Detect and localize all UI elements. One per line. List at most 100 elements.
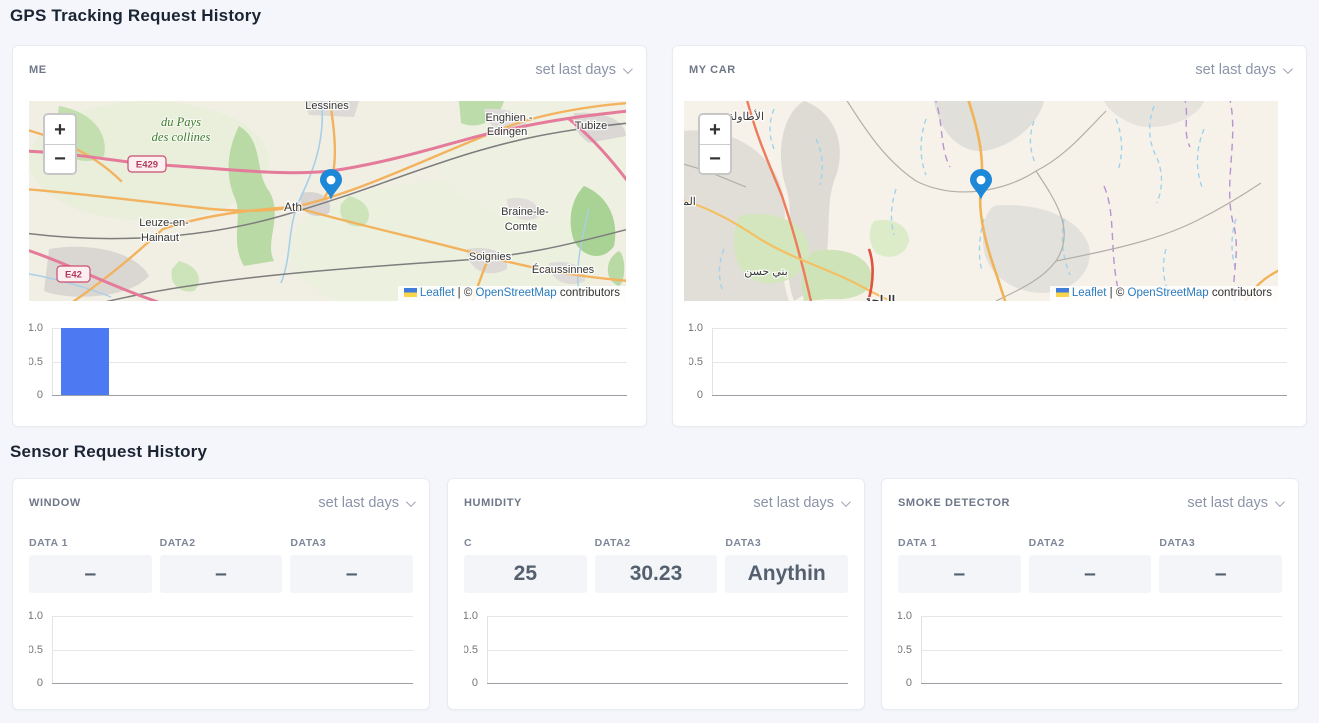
card-title-my-car: MY CAR bbox=[689, 64, 736, 76]
range-selector[interactable]: set last days bbox=[535, 62, 630, 78]
osm-link[interactable]: OpenStreetMap bbox=[476, 287, 557, 299]
map-label-tubize: Tubize bbox=[575, 120, 608, 132]
sensor-fields: DATA 1 – DATA2 – DATA3 – bbox=[898, 537, 1282, 593]
leaflet-link[interactable]: Leaflet bbox=[420, 287, 455, 299]
map-label-lessines: Lessines bbox=[305, 101, 349, 112]
field-label: DATA3 bbox=[290, 537, 413, 549]
range-selector-label: set last days bbox=[1195, 62, 1276, 78]
sensor-card-window: WINDOW set last days DATA 1 – DATA2 – DA… bbox=[12, 478, 430, 710]
map-label-leuze-2: Hainaut bbox=[141, 232, 179, 244]
card-header: ME set last days bbox=[29, 62, 630, 78]
field-data2: DATA2 – bbox=[160, 537, 283, 593]
field-data3: DATA3 – bbox=[1159, 537, 1282, 593]
gps-section-title: GPS Tracking Request History bbox=[10, 6, 261, 26]
request-bar bbox=[61, 328, 109, 395]
field-label: DATA3 bbox=[725, 537, 848, 549]
range-selector-label: set last days bbox=[1187, 495, 1268, 511]
my-car-request-chart: 1.0 0.5 0 bbox=[689, 316, 1289, 416]
map-label-enghien-1: Enghien - bbox=[485, 112, 532, 124]
map-label-enghien-2: Edingen bbox=[487, 126, 527, 138]
leaflet-link[interactable]: Leaflet bbox=[1072, 287, 1107, 299]
range-selector[interactable]: set last days bbox=[1195, 62, 1290, 78]
ytick-0: 0 bbox=[29, 677, 43, 689]
sensor-fields: DATA 1 – DATA2 – DATA3 – bbox=[29, 537, 413, 593]
leaflet-map-my-car[interactable]: الأطاولة المند بني حسن الباحة + − Leafle… bbox=[684, 101, 1278, 301]
field-value: – bbox=[898, 555, 1021, 593]
smoke-detector-history-chart: 1.0 0.5 0 bbox=[898, 606, 1284, 698]
map-label-soignies: Soignies bbox=[469, 251, 512, 263]
zoom-out-button[interactable]: − bbox=[45, 144, 75, 173]
ytick-05: 0.5 bbox=[689, 356, 703, 368]
field-value: Anythin bbox=[725, 555, 848, 593]
range-selector-label: set last days bbox=[535, 62, 616, 78]
attribution-contributors: contributors bbox=[1212, 287, 1272, 299]
map-label-atawlah: الأطاولة bbox=[728, 109, 764, 123]
zoom-in-button[interactable]: + bbox=[700, 115, 730, 144]
map-label-almand: المند bbox=[684, 196, 696, 208]
field-c: C 25 bbox=[464, 537, 587, 593]
range-selector[interactable]: set last days bbox=[753, 495, 848, 511]
copyright-symbol: © bbox=[1116, 287, 1124, 299]
ytick-1: 1.0 bbox=[689, 322, 703, 334]
field-value: – bbox=[290, 555, 413, 593]
road-badge-e42: E42 bbox=[57, 266, 90, 282]
field-label: C bbox=[464, 537, 587, 549]
field-label: DATA 1 bbox=[898, 537, 1021, 549]
map-zoom-control: + − bbox=[43, 113, 77, 175]
map-marker-icon[interactable] bbox=[970, 169, 992, 201]
map-attribution: Leaflet | © OpenStreetMap contributors bbox=[1050, 286, 1278, 301]
ytick-0: 0 bbox=[689, 389, 703, 401]
copyright-symbol: © bbox=[464, 287, 472, 299]
ytick-05: 0.5 bbox=[898, 644, 912, 656]
ytick-1: 1.0 bbox=[29, 610, 43, 622]
leaflet-map-me[interactable]: E429 E42 Lessines du Pays des collines E… bbox=[29, 101, 626, 301]
window-history-chart: 1.0 0.5 0 bbox=[29, 606, 415, 698]
osm-link[interactable]: OpenStreetMap bbox=[1128, 287, 1209, 299]
field-value: – bbox=[160, 555, 283, 593]
map-label-bani-hasan: بني حسن bbox=[744, 266, 788, 278]
ytick-0: 0 bbox=[464, 677, 478, 689]
ukraine-flag-icon bbox=[1056, 288, 1069, 297]
field-value: – bbox=[29, 555, 152, 593]
zoom-out-button[interactable]: − bbox=[700, 144, 730, 173]
ytick-1: 1.0 bbox=[464, 610, 478, 622]
map-label-albahah: الباحة bbox=[865, 293, 895, 301]
svg-text:E42: E42 bbox=[65, 270, 82, 281]
ytick-0: 0 bbox=[898, 677, 912, 689]
map-label-ecaussinnes: Écaussinnes bbox=[532, 263, 595, 276]
range-selector[interactable]: set last days bbox=[1187, 495, 1282, 511]
field-label: DATA3 bbox=[1159, 537, 1282, 549]
card-header: SMOKE DETECTOR set last days bbox=[898, 495, 1282, 511]
field-data1: DATA 1 – bbox=[29, 537, 152, 593]
range-selector[interactable]: set last days bbox=[318, 495, 413, 511]
field-label: DATA2 bbox=[160, 537, 283, 549]
svg-text:E429: E429 bbox=[136, 160, 158, 171]
chevron-down-icon bbox=[841, 497, 851, 507]
card-title-smoke-detector: SMOKE DETECTOR bbox=[898, 497, 1010, 509]
chevron-down-icon bbox=[1283, 64, 1293, 74]
chevron-down-icon bbox=[406, 497, 416, 507]
map-label-braine-2: Comte bbox=[505, 221, 537, 233]
field-data2: DATA2 – bbox=[1029, 537, 1152, 593]
sensor-section-title: Sensor Request History bbox=[10, 442, 207, 462]
field-value: 25 bbox=[464, 555, 587, 593]
ytick-1: 1.0 bbox=[29, 322, 43, 334]
zoom-in-button[interactable]: + bbox=[45, 115, 75, 144]
map-tiles: الأطاولة المند بني حسن الباحة bbox=[684, 101, 1278, 301]
map-tiles: E429 E42 Lessines du Pays des collines E… bbox=[29, 101, 626, 301]
card-title-window: WINDOW bbox=[29, 497, 81, 509]
ytick-1: 1.0 bbox=[898, 610, 912, 622]
ytick-05: 0.5 bbox=[29, 644, 43, 656]
sensor-fields: C 25 DATA2 30.23 DATA3 Anythin bbox=[464, 537, 848, 593]
field-value: 30.23 bbox=[595, 555, 718, 593]
attribution-contributors: contributors bbox=[560, 287, 620, 299]
gps-card-my-car: MY CAR set last days bbox=[672, 45, 1307, 427]
attribution-separator: | bbox=[1110, 287, 1113, 299]
attribution-separator: | bbox=[458, 287, 461, 299]
field-data1: DATA 1 – bbox=[898, 537, 1021, 593]
map-zoom-control: + − bbox=[698, 113, 732, 175]
field-data3: DATA3 Anythin bbox=[725, 537, 848, 593]
field-label: DATA 1 bbox=[29, 537, 152, 549]
card-header: HUMIDITY set last days bbox=[464, 495, 848, 511]
map-marker-icon[interactable] bbox=[320, 169, 342, 201]
